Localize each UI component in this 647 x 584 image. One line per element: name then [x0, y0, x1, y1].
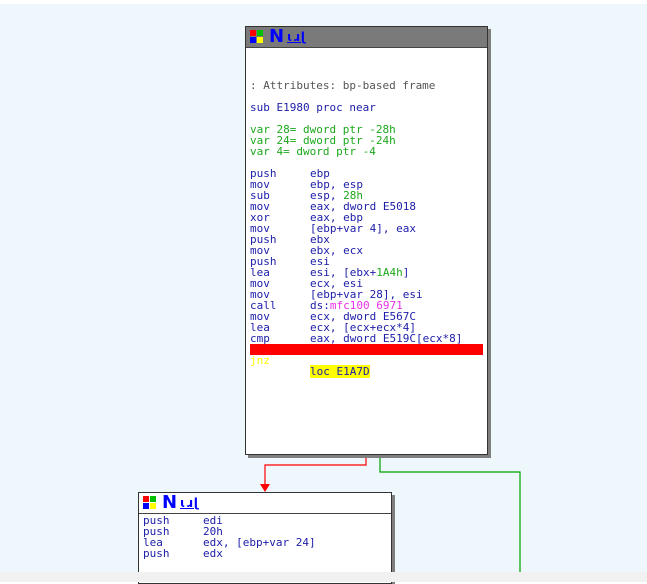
node-group-icon[interactable]: ɩɹɭ — [180, 496, 199, 510]
proc-declaration: sub E1980 proc near — [250, 101, 376, 114]
bottom-scroll-area[interactable] — [0, 572, 647, 582]
instruction-row[interactable]: lea edx, [ebp+var 24] — [143, 537, 387, 548]
instruction-row[interactable]: cmp eax, dword E519C[ecx*8] — [250, 333, 483, 344]
instruction-row[interactable]: mov eax, dword E5018 — [250, 201, 483, 212]
mnemonic: push — [143, 547, 170, 560]
instruction-list: push edi push 20h lea edx, [ebp+var 24] push ed… — [143, 515, 387, 559]
operand: eax, dword E519C[ecx*8] — [310, 332, 463, 345]
branch-target-label[interactable]: loc E1A7D — [310, 365, 370, 378]
edge-true-branch — [264, 452, 367, 484]
node-title-bar[interactable]: N ɩɹɭ — [139, 492, 391, 514]
instruction-row[interactable]: push ebx — [250, 234, 483, 245]
node-color-icon[interactable] — [250, 30, 265, 44]
instruction-row[interactable]: push ebp — [250, 168, 483, 179]
comment-line: : Attributes: bp-based frame — [250, 79, 436, 92]
branch-mnemonic: jnz — [250, 354, 270, 367]
local-var-4: var 4= dword ptr -4 — [250, 145, 376, 158]
edge-arrowhead-red — [260, 484, 270, 492]
instruction-row[interactable]: push edx — [143, 548, 387, 559]
instruction-row[interactable]: push edi — [143, 515, 387, 526]
branch-instruction-row[interactable]: jnz loc E1A7D — [250, 344, 483, 378]
instruction-row[interactable]: lea esi, [ebx+1A4h] — [250, 267, 483, 278]
graph-node-sub-E1980[interactable]: N ɩɹɭ : Attributes: bp-based frame sub E… — [245, 26, 488, 455]
node-group-icon[interactable]: ɩɹɭ — [287, 30, 306, 44]
instruction-row[interactable]: mov [ebp+var 4], eax — [250, 223, 483, 234]
instruction-row[interactable]: mov ebx, ecx — [250, 245, 483, 256]
node-color-icon[interactable] — [143, 496, 158, 510]
graph-node-fallthrough[interactable]: N ɩɹɭ push edi push 20h lea edx, [ebp+var 24]… — [138, 492, 392, 584]
mnemonic: cmp — [250, 332, 270, 345]
instruction-list: push ebp mov ebp, esp sub esp, 28h mov eax, dwo… — [250, 168, 483, 344]
instruction-row[interactable]: mov ebp, esp — [250, 179, 483, 190]
node-name-icon[interactable]: N — [162, 492, 177, 513]
node-name-icon[interactable]: N — [269, 26, 284, 47]
operand: edx — [203, 547, 223, 560]
edge-false-branch — [379, 452, 521, 572]
node-title-bar[interactable]: N ɩɹɭ — [246, 26, 487, 48]
